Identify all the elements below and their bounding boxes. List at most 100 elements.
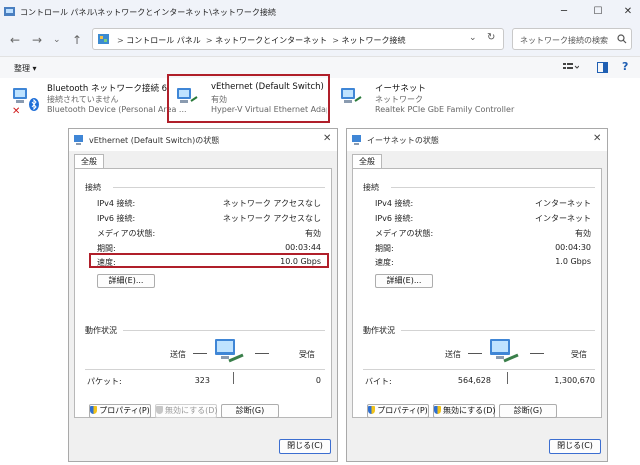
vethernet-status-dialog: vEthernet (Default Switch)の状態 ✕ 全般 接続 IP… [68,128,338,462]
media-state-value: 有効 [305,229,321,238]
ipv4-label: IPv4 接続: [375,199,414,208]
speed-value: 1.0 Gbps [555,257,591,266]
media-state-value: 有効 [575,229,591,238]
received-label: 受信 [299,350,315,359]
speed-label: 速度: [375,258,394,267]
organize-menu[interactable]: 整理 ▾ [14,63,37,74]
preview-pane-icon[interactable] [597,62,608,73]
tab-general[interactable]: 全般 [74,154,104,169]
bytes-sent-value: 564,628 [457,376,491,385]
minimize-icon[interactable]: ─ [556,4,572,20]
dialog-title-bar: vEthernet (Default Switch)の状態 ✕ [69,129,337,151]
history-chevron-icon[interactable]: ⌄ [53,33,61,47]
divider [85,369,325,370]
details-button[interactable]: 詳細(E)... [97,274,155,288]
bytes-label: バイト: [365,377,392,386]
diagnose-button[interactable]: 診断(G) [499,404,557,418]
ipv6-label: IPv6 接続: [97,214,136,223]
breadcrumb: > コントロール パネル > ネットワークとインターネット > ネットワーク接続 [117,36,406,45]
uac-shield-icon [368,406,376,414]
activity-line [193,353,207,354]
activity-divider [233,372,234,384]
activity-divider [507,372,508,384]
section-activity-label: 動作状況 [363,326,395,335]
diagnose-button[interactable]: 診断(G) [221,404,279,418]
close-window-icon[interactable]: ✕ [620,4,636,20]
disconnected-x-icon: ✕ [12,106,21,117]
tab-general[interactable]: 全般 [352,154,382,169]
adapter-device: Realtek PCIe GbE Family Controller [375,105,515,114]
media-state-label: メディアの状態: [97,229,156,238]
back-arrow-icon[interactable]: ← [10,33,20,47]
section-connection-label: 接続 [363,183,379,192]
divider [391,187,595,188]
ipv6-value: インターネット [535,214,591,223]
packets-label: パケット: [87,377,122,386]
breadcrumb-network-internet[interactable]: ネットワークとインターネット [215,36,327,45]
ipv6-value: ネットワーク アクセスなし [222,214,321,223]
duration-value: 00:04:30 [555,243,591,252]
forward-arrow-icon[interactable]: → [32,33,42,47]
search-box[interactable]: ネットワーク接続の検索 [512,28,632,50]
speed-value: 10.0 Gbps [280,257,321,266]
properties-button[interactable]: プロパティ(P) [367,404,429,418]
close-button[interactable]: 閉じる(C) [279,439,331,454]
ipv4-value: インターネット [535,199,591,208]
control-panel-icon [98,34,109,44]
divider [363,369,595,370]
divider [123,330,325,331]
packets-received-value: 0 [315,376,321,385]
adapter-device: Bluetooth Device (Personal Area ... [47,105,187,114]
ipv4-value: ネットワーク アクセスなし [222,199,321,208]
uac-shield-icon [90,406,98,414]
duration-value: 00:03:44 [285,243,321,252]
details-button[interactable]: 詳細(E)... [375,274,433,288]
search-icon [617,34,627,44]
speed-label: 速度: [97,258,116,267]
view-options-icon[interactable] [563,63,579,73]
sent-label: 送信 [170,350,186,359]
adapter-name: イーサネット [375,84,426,94]
breadcrumb-network-connections[interactable]: ネットワーク接続 [341,36,405,45]
dialog-close-icon[interactable]: ✕ [593,133,601,144]
up-arrow-icon[interactable]: ↑ [72,33,82,47]
disable-button[interactable]: 無効にする(D) [155,404,217,418]
title-bar: コントロール パネル\ネットワークとインターネット\ネットワーク接続 ─ ☐ ✕ [0,0,640,24]
dialog-close-icon[interactable]: ✕ [323,133,331,144]
dialog-title-bar: イーサネットの状態 ✕ [347,129,607,151]
section-connection-label: 接続 [85,183,101,192]
refresh-icon[interactable]: ↻ [487,32,495,43]
activity-line [468,353,482,354]
close-button[interactable]: 閉じる(C) [549,439,601,454]
network-activity-icon [490,339,519,363]
ipv4-label: IPv4 接続: [97,199,136,208]
address-dropdown-icon[interactable]: ⌄ [469,33,477,43]
maximize-icon[interactable]: ☐ [590,4,606,20]
search-input[interactable]: ネットワーク接続の検索 [520,35,608,46]
window-title: コントロール パネル\ネットワークとインターネット\ネットワーク接続 [20,8,276,17]
general-tab-pane: 接続 IPv4 接続: インターネット IPv6 接続: インターネット メディ… [352,168,602,418]
dialog-title: vEthernet (Default Switch)の状態 [89,136,220,145]
properties-button[interactable]: プロパティ(P) [89,404,151,418]
breadcrumb-control-panel[interactable]: コントロール パネル [126,36,201,45]
network-adapter-icon [341,88,362,103]
adapter-status: ネットワーク [375,95,423,104]
network-activity-icon [215,339,244,363]
adapter-ethernet[interactable]: イーサネット ネットワーク Realtek PCIe GbE Family Co… [340,82,530,118]
selection-highlight-box [167,74,330,123]
activity-line [530,353,544,354]
uac-shield-icon [434,406,441,414]
general-tab-pane: 接続 IPv4 接続: ネットワーク アクセスなし IPv6 接続: ネットワー… [74,168,332,418]
ethernet-status-dialog: イーサネットの状態 ✕ 全般 接続 IPv4 接続: インターネット IPv6 … [346,128,608,462]
help-icon[interactable]: ? [622,60,628,73]
adapter-bluetooth[interactable]: ✕ Bluetooth ネットワーク接続 6 接続されていません Bluetoo… [12,82,187,118]
received-label: 受信 [571,350,587,359]
network-folder-icon [4,7,15,16]
uac-shield-icon [156,406,163,414]
address-bar[interactable]: > コントロール パネル > ネットワークとインターネット > ネットワーク接続… [92,28,504,50]
network-adapter-small-icon [74,135,83,145]
packets-sent-value: 323 [194,376,210,385]
section-activity-label: 動作状況 [85,326,117,335]
ipv6-label: IPv6 接続: [375,214,414,223]
disable-button[interactable]: 無効にする(D) [433,404,495,418]
